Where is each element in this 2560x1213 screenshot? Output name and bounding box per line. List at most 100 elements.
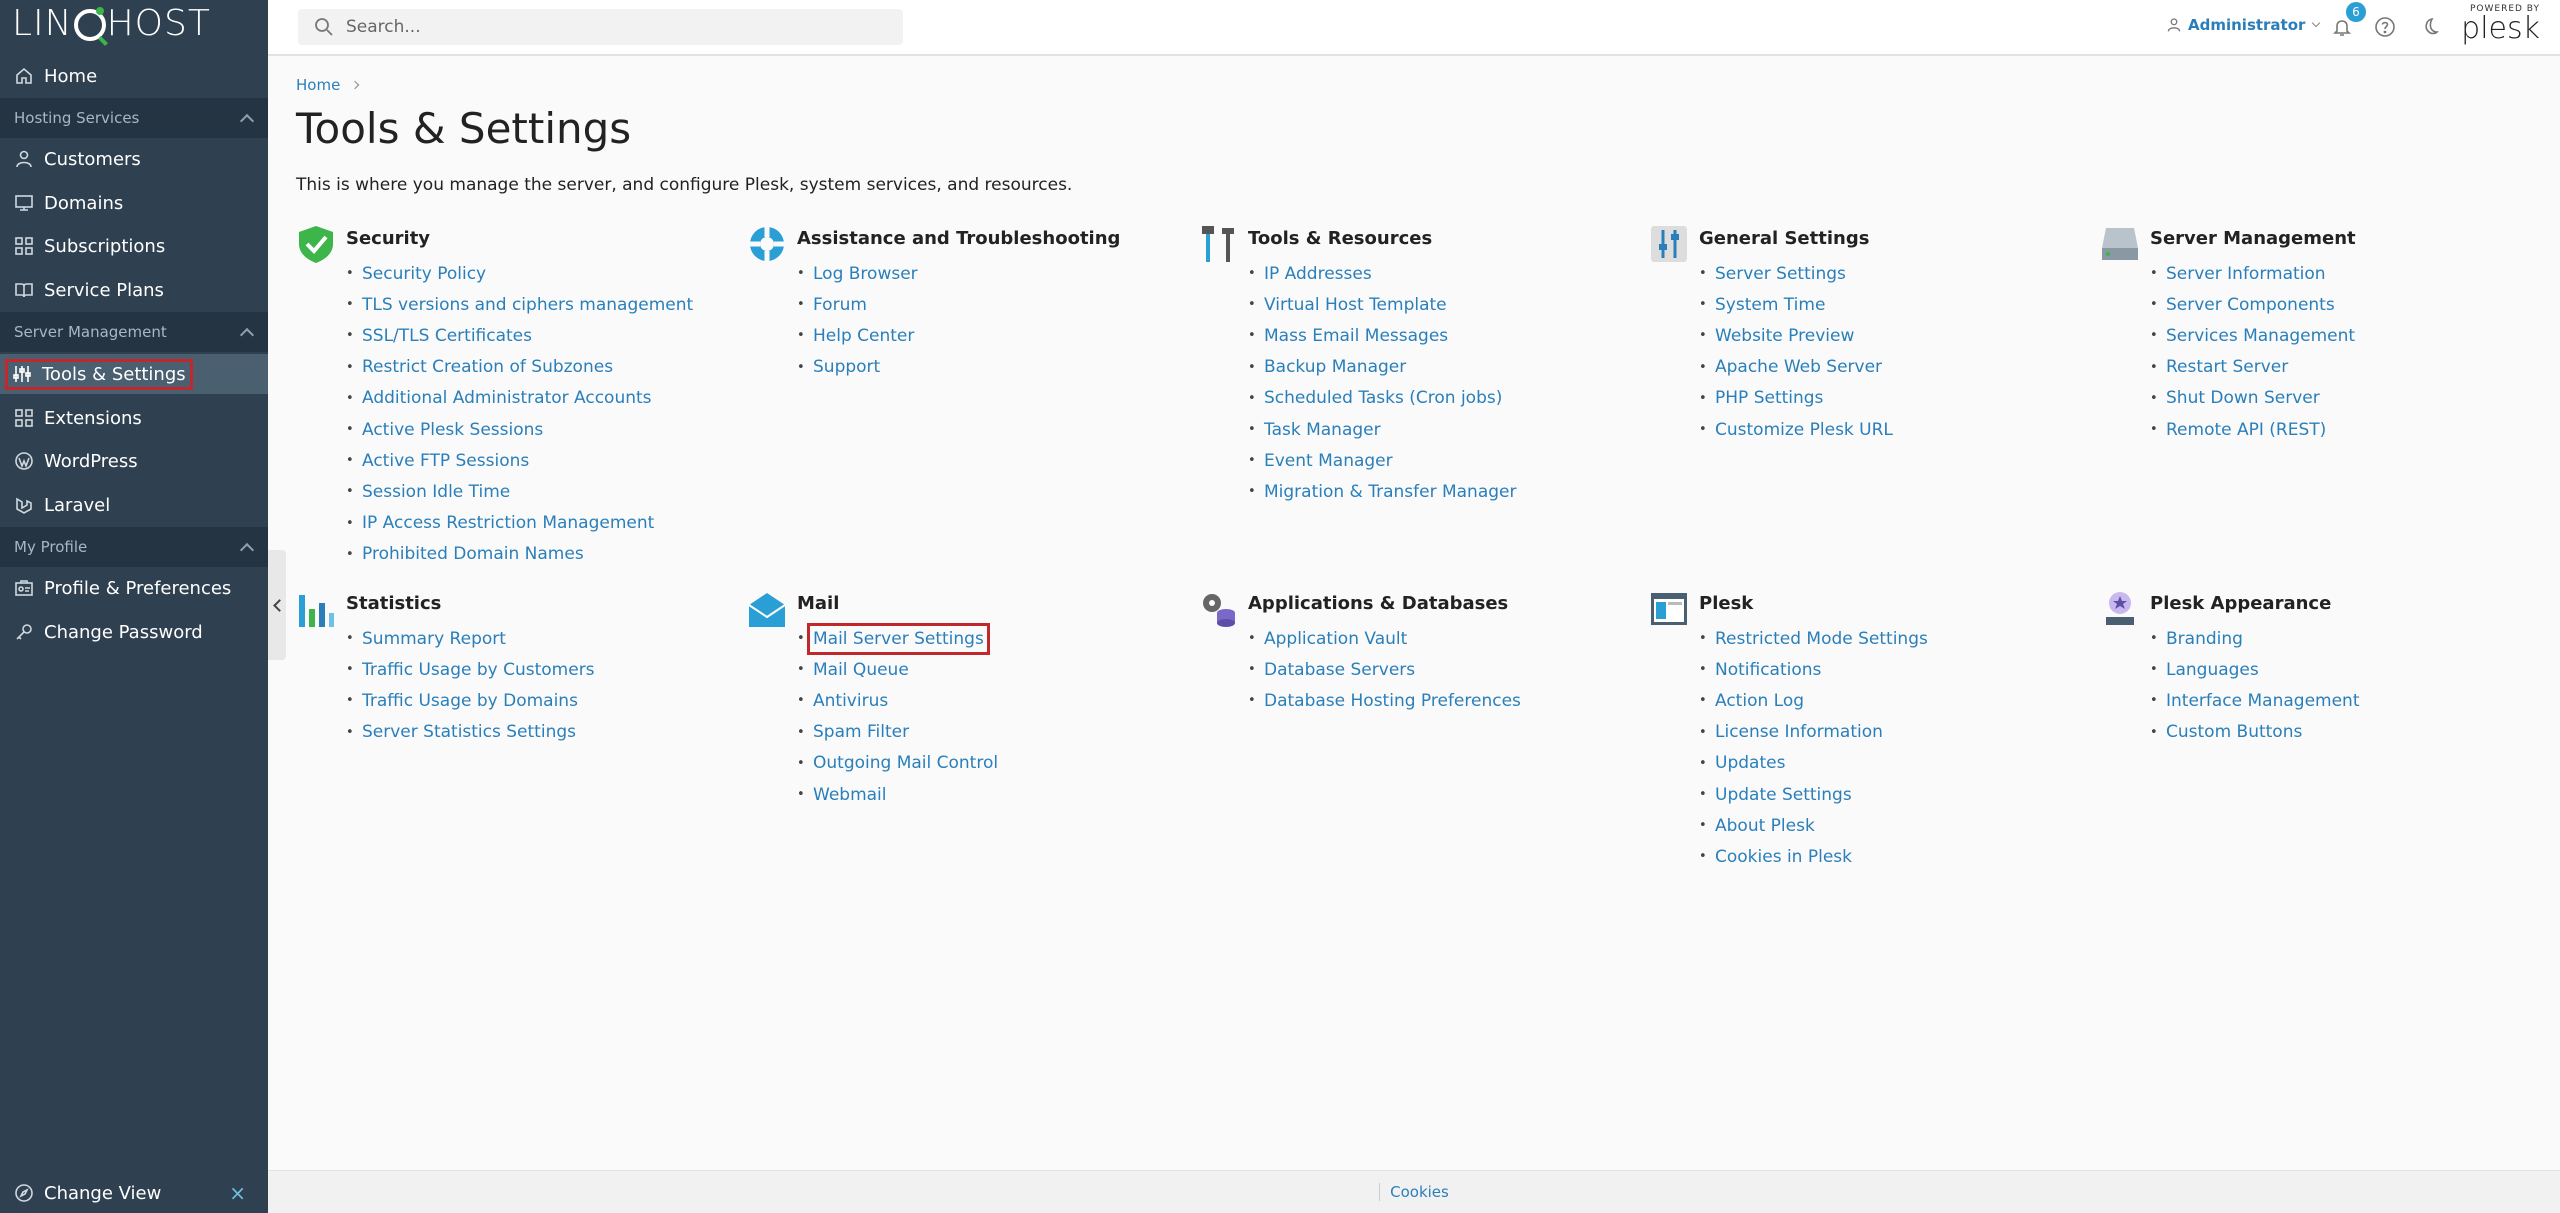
close-icon[interactable]: × <box>229 1181 246 1205</box>
link-ip-access-restriction[interactable]: IP Access Restriction Management <box>346 508 693 539</box>
link-license-information[interactable]: License Information <box>1699 717 1928 748</box>
linqhost-logo[interactable]: LIN HOST <box>12 0 211 46</box>
link-customize-plesk-url[interactable]: Customize Plesk URL <box>1699 414 1893 445</box>
section-title: Server Management <box>14 323 167 341</box>
link-session-idle-time[interactable]: Session Idle Time <box>346 476 693 507</box>
sidebar-item-label: Subscriptions <box>44 235 166 257</box>
group-title: Assistance and Troubleshooting <box>797 228 1121 249</box>
page-title: Tools & Settings <box>296 104 632 153</box>
user-menu[interactable]: Administrator <box>2166 16 2321 34</box>
link-notifications[interactable]: Notifications <box>1699 654 1928 685</box>
link-prohibited-domains[interactable]: Prohibited Domain Names <box>346 539 693 570</box>
link-about-plesk[interactable]: About Plesk <box>1699 810 1928 841</box>
help-button[interactable] <box>2374 16 2396 38</box>
link-support[interactable]: Support <box>797 352 918 383</box>
link-task-manager[interactable]: Task Manager <box>1248 414 1517 445</box>
link-mass-email[interactable]: Mass Email Messages <box>1248 320 1517 351</box>
link-security-policy[interactable]: Security Policy <box>346 258 693 289</box>
link-updates[interactable]: Updates <box>1699 748 1928 779</box>
link-server-components[interactable]: Server Components <box>2150 289 2355 320</box>
sidebar-section-server-management[interactable]: Server Management <box>0 312 268 352</box>
sidebar-item-laravel[interactable]: Laravel <box>0 485 268 525</box>
sidebar-section-hosting-services[interactable]: Hosting Services <box>0 98 268 138</box>
link-spam-filter[interactable]: Spam Filter <box>797 717 998 748</box>
link-server-settings[interactable]: Server Settings <box>1699 258 1893 289</box>
notification-count-badge: 6 <box>2346 2 2366 22</box>
sidebar-item-change-password[interactable]: Change Password <box>0 612 268 652</box>
user-icon <box>2167 18 2181 32</box>
sidebar-item-label: Domains <box>44 192 124 214</box>
link-help-center[interactable]: Help Center <box>797 320 918 351</box>
dark-mode-toggle[interactable] <box>2418 16 2440 38</box>
link-summary-report[interactable]: Summary Report <box>346 623 595 654</box>
link-apache-web-server[interactable]: Apache Web Server <box>1699 352 1893 383</box>
link-webmail[interactable]: Webmail <box>797 779 998 810</box>
link-event-manager[interactable]: Event Manager <box>1248 445 1517 476</box>
sidebar-item-customers[interactable]: Customers <box>0 139 268 179</box>
link-system-time[interactable]: System Time <box>1699 289 1893 320</box>
breadcrumb-home-link[interactable]: Home <box>296 76 340 94</box>
link-update-settings[interactable]: Update Settings <box>1699 779 1928 810</box>
link-server-statistics-settings[interactable]: Server Statistics Settings <box>346 717 595 748</box>
chevron-up-icon <box>239 327 255 342</box>
link-outgoing-mail-control[interactable]: Outgoing Mail Control <box>797 748 998 779</box>
link-database-servers[interactable]: Database Servers <box>1248 654 1521 685</box>
link-additional-admins[interactable]: Additional Administrator Accounts <box>346 383 693 414</box>
search-box[interactable] <box>298 9 903 45</box>
sidebar-item-domains[interactable]: Domains <box>0 183 268 223</box>
link-active-plesk-sessions[interactable]: Active Plesk Sessions <box>346 414 693 445</box>
link-migration-manager[interactable]: Migration & Transfer Manager <box>1248 476 1517 507</box>
link-forum[interactable]: Forum <box>797 289 918 320</box>
link-application-vault[interactable]: Application Vault <box>1248 623 1521 654</box>
link-ssl-certificates[interactable]: SSL/TLS Certificates <box>346 320 693 351</box>
plesk-wordmark: plesk <box>2461 11 2540 46</box>
link-remote-api[interactable]: Remote API (REST) <box>2150 414 2355 445</box>
link-restrict-subzones[interactable]: Restrict Creation of Subzones <box>346 352 693 383</box>
link-mail-queue[interactable]: Mail Queue <box>797 654 998 685</box>
link-server-information[interactable]: Server Information <box>2150 258 2355 289</box>
link-virtual-host-template[interactable]: Virtual Host Template <box>1248 289 1517 320</box>
sidebar-item-tools-settings[interactable]: Tools & Settings <box>0 354 268 394</box>
link-ip-addresses[interactable]: IP Addresses <box>1248 258 1517 289</box>
link-php-settings[interactable]: PHP Settings <box>1699 383 1893 414</box>
link-website-preview[interactable]: Website Preview <box>1699 320 1893 351</box>
link-scheduled-tasks[interactable]: Scheduled Tasks (Cron jobs) <box>1248 383 1517 414</box>
footer-cookies-link[interactable]: Cookies <box>1379 1183 1449 1201</box>
link-interface-management[interactable]: Interface Management <box>2150 685 2360 716</box>
wordpress-icon <box>14 451 34 471</box>
link-restricted-mode-settings[interactable]: Restricted Mode Settings <box>1699 623 1928 654</box>
link-mail-server-settings[interactable]: Mail Server Settings <box>797 622 998 655</box>
link-active-ftp-sessions[interactable]: Active FTP Sessions <box>346 445 693 476</box>
search-input[interactable] <box>346 17 866 37</box>
link-custom-buttons[interactable]: Custom Buttons <box>2150 717 2360 748</box>
sidebar-item-label: WordPress <box>44 450 138 472</box>
sidebar-collapse-toggle[interactable] <box>268 550 286 660</box>
link-cookies-in-plesk[interactable]: Cookies in Plesk <box>1699 841 1928 872</box>
sidebar-item-service-plans[interactable]: Service Plans <box>0 270 268 310</box>
link-traffic-by-customers[interactable]: Traffic Usage by Customers <box>346 654 595 685</box>
sidebar-item-wordpress[interactable]: WordPress <box>0 441 268 481</box>
sidebar-item-label: Change Password <box>44 621 203 643</box>
plesk-logo[interactable]: POWERED BY plesk <box>2460 4 2540 44</box>
link-tls-ciphers[interactable]: TLS versions and ciphers management <box>346 289 693 320</box>
sidebar-item-extensions[interactable]: Extensions <box>0 398 268 438</box>
sidebar-item-profile-preferences[interactable]: Profile & Preferences <box>0 568 268 608</box>
link-action-log[interactable]: Action Log <box>1699 685 1928 716</box>
link-antivirus[interactable]: Antivirus <box>797 685 998 716</box>
sidebar-item-label: Extensions <box>44 407 142 429</box>
sidebar-item-subscriptions[interactable]: Subscriptions <box>0 226 268 266</box>
link-traffic-by-domains[interactable]: Traffic Usage by Domains <box>346 685 595 716</box>
page-description: This is where you manage the server, and… <box>296 175 1073 195</box>
link-log-browser[interactable]: Log Browser <box>797 258 918 289</box>
sidebar-item-home[interactable]: Home <box>0 56 268 96</box>
link-branding[interactable]: Branding <box>2150 623 2360 654</box>
link-restart-server[interactable]: Restart Server <box>2150 352 2355 383</box>
link-database-hosting-preferences[interactable]: Database Hosting Preferences <box>1248 685 1521 716</box>
link-services-management[interactable]: Services Management <box>2150 320 2355 351</box>
link-backup-manager[interactable]: Backup Manager <box>1248 352 1517 383</box>
link-languages[interactable]: Languages <box>2150 654 2360 685</box>
moon-icon <box>2425 17 2439 35</box>
sidebar-section-my-profile[interactable]: My Profile <box>0 527 268 567</box>
link-shut-down-server[interactable]: Shut Down Server <box>2150 383 2355 414</box>
change-view-button[interactable]: Change View × <box>0 1173 268 1213</box>
